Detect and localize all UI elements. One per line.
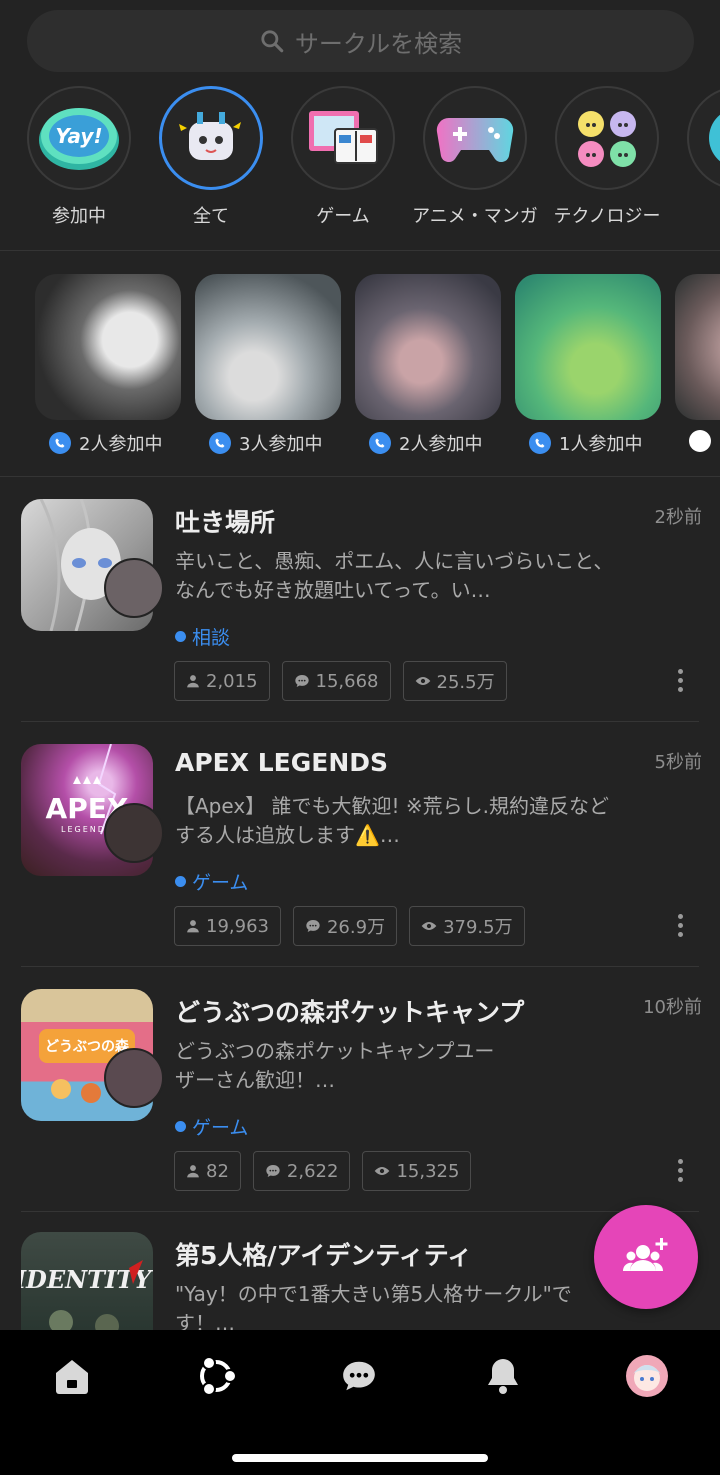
category-game[interactable]: ゲーム [277,86,409,228]
owner-avatar [104,558,164,618]
circle-title: どうぶつの森ポケットキャンプ [175,998,525,1027]
member-count: 82 [174,1151,241,1191]
circle-description: 【Apex】 誰でも大歓迎! ※荒らし.規約違反などする人は追放します⚠️… [175,794,610,847]
circle-title: APEX LEGENDS [175,748,389,777]
more-options-icon[interactable] [676,1159,684,1185]
category-partial[interactable]: ク [673,86,720,228]
voice-room-card[interactable]: 3人参加中 [195,274,341,456]
eye-icon [375,1167,390,1175]
member-count: 19,963 [174,906,281,946]
add-group-icon [623,1238,668,1271]
circle-title: 第5人格/アイデンティティ [175,1241,473,1270]
voice-room-card[interactable] [675,274,720,452]
phone-icon [369,432,391,454]
game-screen-icon [291,86,395,190]
circle-description: どうぶつの森ポケットキャンプユーザーさん歓迎！… [175,1039,495,1092]
circle-description: "Yay！の中で1番大きい第5人格サークル"です！… [175,1282,572,1330]
svg-text:Yay!: Yay! [55,124,102,148]
room-thumbnail [195,274,341,420]
nav-profile-avatar[interactable] [625,1354,669,1398]
category-row: Yay! 参加中 全て ゲーム アニメ・マンガ テクノロジー ク [0,86,720,250]
person-icon [187,920,199,933]
room-thumbnail [35,274,181,420]
characters-icon [555,86,659,190]
phone-icon [209,432,231,454]
view-count: 15,325 [362,1151,472,1191]
circle-stats: 82 2,622 15,325 [174,1151,483,1191]
person-icon [187,1165,199,1178]
divider [0,250,720,251]
search-placeholder: サークルを検索 [294,29,463,58]
circle-title: 吐き場所 [175,508,276,537]
nav-notifications-icon[interactable] [481,1354,525,1398]
category-joined[interactable]: Yay! 参加中 [13,86,145,228]
category-anime-manga[interactable]: アニメ・マンガ [409,86,541,228]
post-count: 26.9万 [292,906,398,946]
category-technology[interactable]: テクノロジー [541,86,673,228]
circle-tag[interactable]: ゲーム [175,1113,248,1140]
nav-chat-icon[interactable] [337,1354,381,1398]
eye-icon [415,677,430,685]
member-count: 2,015 [174,661,270,701]
circle-list-item[interactable]: APEX LEGENDS APEX LEGENDS 5秒前 【Apex】 誰でも大… [0,722,720,967]
view-count: 25.5万 [402,661,507,701]
voice-room-card[interactable]: 2人参加中 [355,274,501,456]
circle-tag[interactable]: ゲーム [175,868,248,895]
partial-icon [687,86,720,190]
post-count: 15,668 [281,661,391,701]
circle-time: 5秒前 [654,752,702,773]
voice-room-card[interactable]: 1人参加中 [515,274,661,456]
room-host-avatar-icon [689,430,711,452]
voice-room-card[interactable]: 2人参加中 [35,274,181,456]
create-circle-button[interactable] [594,1205,698,1309]
circle-time: 10秒前 [643,997,702,1018]
voice-room-row: 2人参加中 3人参加中 2人参加中 1人参加中 [0,274,720,459]
circle-time: 2秒前 [654,507,702,528]
post-count: 2,622 [252,1151,351,1191]
chat-icon [294,675,309,687]
nav-circles-icon[interactable] [194,1354,238,1398]
phone-icon [529,432,551,454]
phone-icon [49,432,71,454]
circle-list-item[interactable]: 吐き場所 2秒前 辛いこと、愚痴、ポエム、人に言いづらいこと、なんでも好き放題吐… [0,477,720,722]
search-icon [261,30,284,53]
more-options-icon[interactable] [676,914,684,940]
circle-stats: 2,015 15,668 25.5万 [174,661,519,701]
mascot-icon [159,86,263,190]
more-options-icon[interactable] [676,669,684,695]
person-icon [187,675,199,688]
circle-cover: IDENTITY [21,1232,153,1330]
search-bar[interactable]: サークルを検索 [27,10,694,72]
gamepad-icon [423,86,527,190]
chat-icon [306,920,320,932]
circle-stats: 19,963 26.9万 379.5万 [174,906,537,946]
view-count: 379.5万 [409,906,525,946]
nav-home-icon[interactable] [50,1354,94,1398]
yay-coin-icon: Yay! [27,86,131,190]
owner-avatar [104,1048,164,1108]
owner-avatar [104,803,164,863]
chat-icon [266,1165,280,1177]
category-all[interactable]: 全て [145,86,277,228]
home-indicator [232,1454,488,1462]
room-thumbnail [355,274,501,420]
room-thumbnail [515,274,661,420]
circle-tag[interactable]: 相談 [175,623,230,650]
circle-description: 辛いこと、愚痴、ポエム、人に言いづらいこと、なんでも好き放題吐いてって。い… [175,549,614,602]
circle-list-item[interactable]: どうぶつの森 どうぶつの森ポケットキャンプ 10秒前 どうぶつの森ポケットキャン… [0,967,720,1212]
eye-icon [421,922,437,930]
room-thumbnail [675,274,720,420]
